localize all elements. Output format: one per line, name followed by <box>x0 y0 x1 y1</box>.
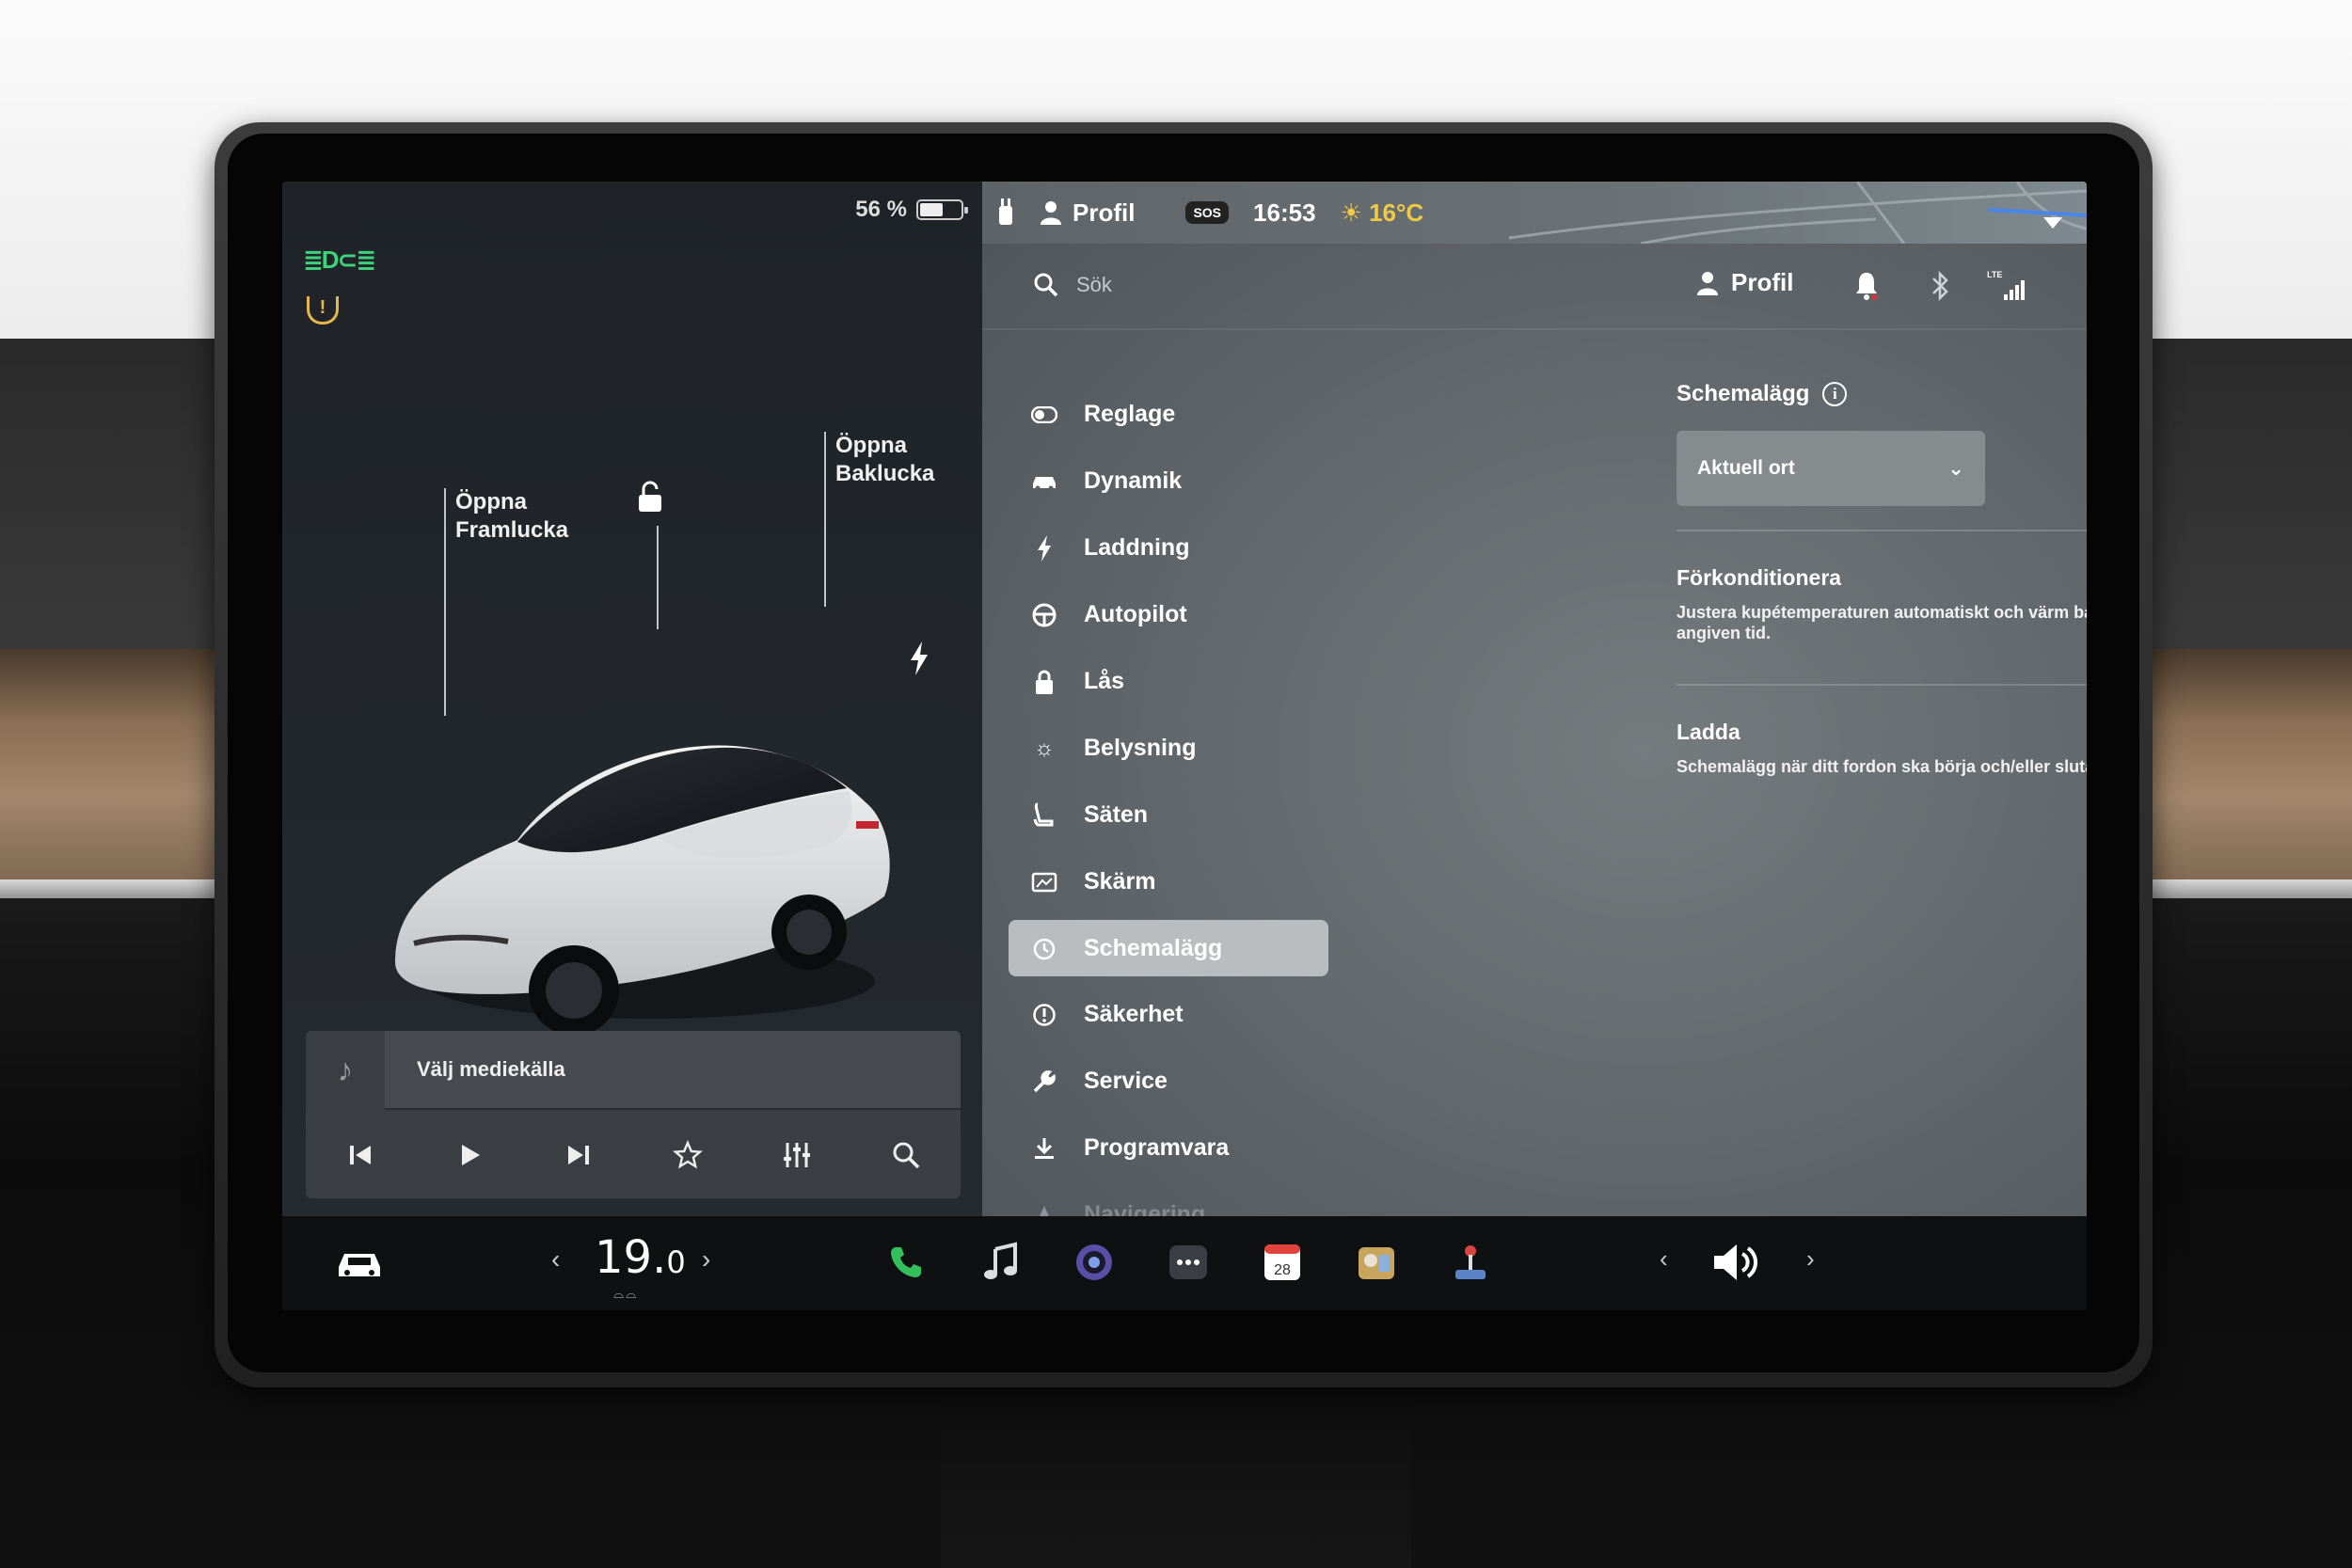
schedule-content: Schemalägg i Aktuell ort ⌄ Förkonditione… <box>1677 381 2087 776</box>
clock: 16:53 <box>1253 198 1316 227</box>
search-icon[interactable] <box>1033 272 1059 298</box>
tire-pressure-warning-icon[interactable]: ! <box>307 296 339 325</box>
cabin-temperature[interactable]: 19.0 <box>595 1231 686 1284</box>
precondition-title: Förkonditionera <box>1677 565 1842 590</box>
settings-panel: Profil SOS 16:53 ☀ 16°C Profil LTE <box>982 182 2087 1227</box>
charge-cable-icon <box>999 198 1012 225</box>
svg-text:28: 28 <box>1274 1262 1291 1278</box>
favorite-icon[interactable] <box>669 1136 707 1174</box>
more-apps-icon[interactable] <box>1163 1237 1214 1288</box>
battery-percent: 56 % <box>855 197 907 222</box>
music-icon[interactable] <box>975 1237 1025 1288</box>
weather: ☀ 16°C <box>1340 198 1424 227</box>
chevron-down-icon: ⌄ <box>1947 457 1964 480</box>
search-input[interactable] <box>1076 266 1453 304</box>
nav-item-las[interactable]: Lås <box>1009 648 1328 715</box>
volume-increase-button[interactable]: › <box>1806 1244 1815 1274</box>
equalizer-icon[interactable] <box>778 1136 816 1174</box>
media-source-row[interactable]: ♪ Välj mediekälla <box>306 1031 961 1110</box>
status-row: Profil SOS 16:53 ☀ 16°C <box>995 197 1423 229</box>
nav-item-reglage[interactable]: Reglage <box>1009 381 1328 448</box>
nav-item-laddning[interactable]: Laddning <box>1009 515 1328 581</box>
settings-topbar: Profil LTE <box>982 244 2087 330</box>
nav-item-dynamik[interactable]: Dynamik <box>1009 448 1328 515</box>
unlock-icon[interactable] <box>636 481 664 513</box>
clock-icon <box>1029 933 1059 963</box>
status-profile[interactable]: Profil <box>1041 198 1135 228</box>
info-icon[interactable]: i <box>1822 382 1848 406</box>
bolt-icon <box>1029 533 1059 563</box>
toggle-icon <box>1029 400 1059 430</box>
charge-title: Ladda <box>1677 720 1740 744</box>
precondition-section: Förkonditionera Justera kupétemperaturen… <box>1677 565 2087 643</box>
sun-icon: ☀ <box>1340 198 1362 227</box>
previous-icon[interactable] <box>342 1136 379 1174</box>
charge-description: Schemalägg när ditt fordon ska börja och… <box>1677 757 2087 776</box>
map-background: Profil SOS 16:53 ☀ 16°C <box>982 182 2087 244</box>
alert-icon <box>1029 1000 1059 1030</box>
phone-icon[interactable] <box>881 1237 931 1288</box>
lock-icon <box>1029 667 1059 697</box>
charge-section: Ladda Schemalägg när ditt fordon ska bör… <box>1677 720 2087 777</box>
battery-status: 56 % <box>855 197 968 223</box>
nav-item-service[interactable]: Service <box>1009 1048 1328 1115</box>
play-icon[interactable] <box>451 1136 488 1174</box>
media-player: ♪ Välj mediekälla <box>306 1031 961 1198</box>
download-icon <box>1029 1133 1059 1164</box>
nav-item-skarm[interactable]: Skärm <box>1009 848 1328 915</box>
toybox-icon[interactable] <box>1351 1237 1402 1288</box>
display-icon <box>1029 867 1059 897</box>
sun-icon: ☼ <box>1034 735 1055 761</box>
search-icon[interactable] <box>887 1136 925 1174</box>
car-icon <box>1029 467 1059 497</box>
cellular-signal-icon: LTE <box>1987 270 2025 300</box>
seat-heater-icon[interactable]: ⌓⌓ <box>613 1286 638 1302</box>
schedule-title: Schemalägg i <box>1677 381 2087 407</box>
battery-icon <box>916 199 968 220</box>
monitor-stand <box>941 1364 1411 1568</box>
precondition-description: Justera kupétemperaturen automatiskt och… <box>1677 603 2087 642</box>
camera-icon[interactable] <box>1069 1237 1120 1288</box>
music-note-icon: ♪ <box>306 1031 385 1110</box>
nav-item-sakerhet[interactable]: Säkerhet <box>1009 981 1328 1048</box>
trunk-leader-line <box>824 432 826 607</box>
bottom-dock: ‹ 19.0 › ⌓⌓ 28 ‹ › <box>282 1216 2087 1310</box>
nav-item-belysning[interactable]: ☼ Belysning <box>1009 715 1328 782</box>
svg-text:LTE: LTE <box>1987 270 2002 279</box>
volume-icon[interactable] <box>1708 1237 1765 1288</box>
touchscreen: 56 % ≣D⊂≣ ! Öppna Framlucka Öppna Bakluc… <box>282 182 2087 1310</box>
open-trunk-button[interactable]: Öppna Baklucka <box>835 432 934 488</box>
media-source-label: Välj mediekälla <box>417 1057 565 1081</box>
media-controls <box>306 1117 961 1193</box>
volume-decrease-button[interactable]: ‹ <box>1660 1244 1668 1274</box>
temperature-increase-button[interactable]: › <box>702 1244 710 1275</box>
profile-icon <box>1697 271 1718 295</box>
car-icon[interactable] <box>335 1244 384 1282</box>
settings-nav: Reglage Dynamik Laddning Autopilot Lås ☼… <box>1009 381 1328 1248</box>
arcade-joystick-icon[interactable] <box>1445 1237 1496 1288</box>
temperature-decrease-button[interactable]: ‹ <box>551 1244 560 1275</box>
bluetooth-icon[interactable] <box>1929 270 1951 302</box>
profile-button[interactable]: Profil <box>1697 268 1793 297</box>
car-illustration <box>395 745 890 1036</box>
calendar-icon[interactable]: 28 <box>1257 1237 1308 1288</box>
charge-port-icon[interactable] <box>909 641 930 675</box>
profile-icon <box>1041 201 1061 225</box>
seat-icon <box>1029 800 1059 831</box>
notification-bell-icon[interactable] <box>1853 270 1880 302</box>
headlights-icon[interactable]: ≣D⊂≣ <box>303 245 376 275</box>
location-dropdown[interactable]: Aktuell ort ⌄ <box>1677 431 1985 506</box>
nav-item-programvara[interactable]: Programvara <box>1009 1115 1328 1181</box>
wrench-icon <box>1029 1067 1059 1097</box>
vehicle-panel: 56 % ≣D⊂≣ ! Öppna Framlucka Öppna Bakluc… <box>282 182 982 1216</box>
nav-item-schemalagg[interactable]: Schemalägg <box>1009 920 1328 976</box>
divider <box>1677 530 2087 531</box>
divider <box>1677 684 2087 686</box>
open-frunk-button[interactable]: Öppna Framlucka <box>455 488 568 545</box>
next-icon[interactable] <box>560 1136 597 1174</box>
steering-wheel-icon <box>1029 600 1059 630</box>
sos-badge[interactable]: SOS <box>1185 201 1230 224</box>
nav-item-saten[interactable]: Säten <box>1009 782 1328 848</box>
nav-item-autopilot[interactable]: Autopilot <box>1009 581 1328 648</box>
